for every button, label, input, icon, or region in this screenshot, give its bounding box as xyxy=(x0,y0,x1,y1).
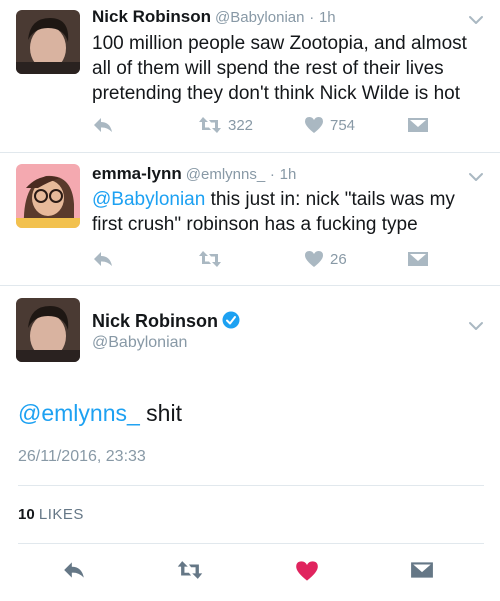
tweet-reply-context-2[interactable]: emma-lynn @emlynns_ · 1h @Babylonian this… xyxy=(0,153,500,285)
tweet-timestamp[interactable]: 26/11/2016, 23:33 xyxy=(18,448,146,466)
chevron-down-icon[interactable] xyxy=(467,11,485,29)
envelope-icon xyxy=(411,562,433,578)
display-name[interactable]: Nick Robinson xyxy=(92,7,211,26)
retweet-button[interactable]: 322 xyxy=(198,116,253,134)
retweet-button[interactable] xyxy=(198,250,222,268)
avatar[interactable] xyxy=(16,164,80,228)
tweet-text-body: shit xyxy=(139,400,182,426)
tweet-time[interactable]: 1h xyxy=(280,166,297,183)
user-handle[interactable]: @emlynns_ xyxy=(186,166,265,183)
likes-stat[interactable]: 10 LIKES xyxy=(18,506,84,523)
verified-badge-icon xyxy=(222,311,240,329)
divider xyxy=(18,543,484,544)
heart-icon xyxy=(305,251,323,267)
reply-button[interactable] xyxy=(92,250,114,268)
display-name[interactable]: Nick Robinson xyxy=(92,311,218,331)
reply-button[interactable] xyxy=(62,560,86,580)
tweet-header: emma-lynn @emlynns_ · 1h xyxy=(92,164,296,184)
retweet-button[interactable] xyxy=(176,560,204,580)
retweet-icon xyxy=(199,251,221,267)
tweet-time[interactable]: 1h xyxy=(319,9,336,26)
like-button[interactable]: 754 xyxy=(304,116,355,134)
avatar-image xyxy=(16,10,80,74)
tweet-actions: 322 754 xyxy=(0,116,500,140)
user-handle[interactable]: @Babylonian xyxy=(92,334,187,352)
user-handle[interactable]: @Babylonian xyxy=(215,9,304,26)
reply-icon xyxy=(94,252,112,266)
tweet-header: Nick Robinson xyxy=(92,311,240,332)
like-count: 754 xyxy=(330,116,356,134)
like-button[interactable] xyxy=(295,560,319,582)
separator-dot: · xyxy=(269,166,275,183)
chevron-down-icon[interactable] xyxy=(467,168,485,186)
divider xyxy=(18,485,484,486)
envelope-icon xyxy=(408,252,428,266)
retweet-icon xyxy=(199,117,221,133)
tweet-actions: 26 xyxy=(0,250,500,274)
separator-dot: · xyxy=(309,9,315,26)
reply-icon xyxy=(64,562,84,578)
heart-icon xyxy=(305,117,323,133)
mention-link[interactable]: @Babylonian xyxy=(92,189,205,210)
tweet-header: Nick Robinson @Babylonian · 1h xyxy=(92,7,336,27)
avatar-image xyxy=(16,164,80,228)
likes-count: 10 xyxy=(18,506,35,523)
reply-button[interactable] xyxy=(92,116,114,134)
heart-icon xyxy=(296,561,318,581)
chevron-down-icon[interactable] xyxy=(467,317,485,335)
dm-button[interactable] xyxy=(407,250,429,268)
tweet-text: 100 million people saw Zootopia, and alm… xyxy=(92,33,467,104)
likes-label: LIKES xyxy=(38,506,84,523)
avatar[interactable] xyxy=(16,298,80,362)
avatar[interactable] xyxy=(16,10,80,74)
retweet-icon xyxy=(177,561,203,579)
like-button[interactable]: 26 xyxy=(304,250,347,268)
avatar-image xyxy=(16,298,80,362)
dm-button[interactable] xyxy=(407,116,429,134)
mention-link[interactable]: @emlynns_ xyxy=(18,400,140,426)
tweet-reply-context-1[interactable]: Nick Robinson @Babylonian · 1h 100 millio… xyxy=(0,0,500,152)
dm-button[interactable] xyxy=(410,560,434,580)
tweet-text: @Babylonian this just in: nick "tails wa… xyxy=(92,187,488,237)
reply-icon xyxy=(94,118,112,132)
tweet-text: @emlynns_ shit xyxy=(18,398,488,428)
envelope-icon xyxy=(408,118,428,132)
tweet-actions xyxy=(0,560,500,584)
display-name[interactable]: emma-lynn xyxy=(92,164,182,183)
retweet-count: 322 xyxy=(228,116,254,134)
like-count: 26 xyxy=(330,250,347,268)
tweet-main: Nick Robinson @Babylonian @emlynns_ shit… xyxy=(0,286,500,601)
